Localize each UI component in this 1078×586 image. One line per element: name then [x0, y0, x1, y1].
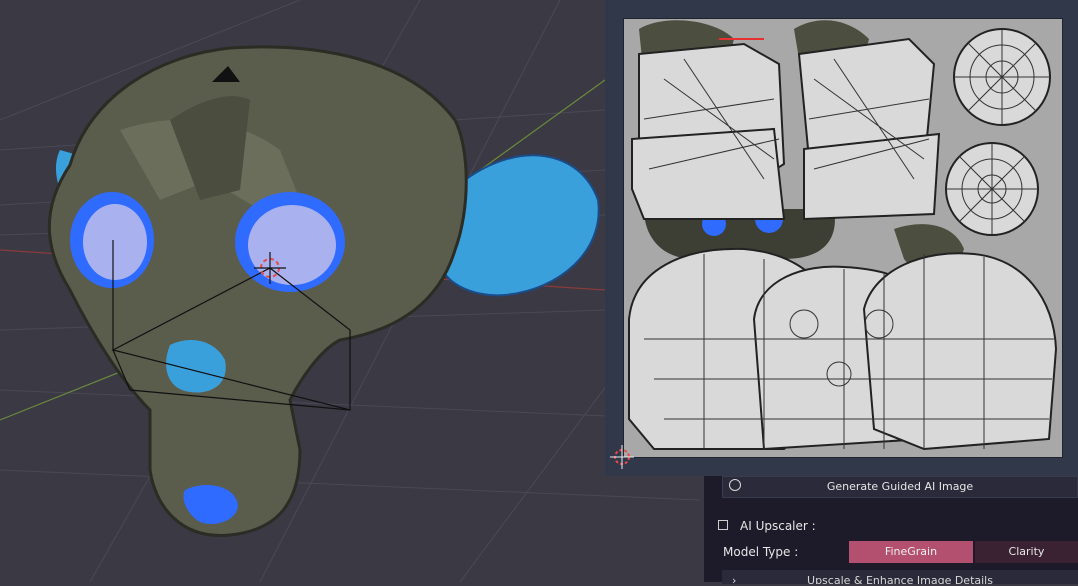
generate-button-label: Generate Guided AI Image [826, 480, 974, 493]
globe-icon [729, 479, 741, 491]
ai-addon-panel: Generate Guided AI Image AI Upscaler : M… [704, 476, 1078, 584]
uv-cursor-icon[interactable] [610, 445, 634, 469]
uv-editor[interactable] [605, 0, 1078, 476]
model-option-finegrain[interactable]: FineGrain [849, 541, 973, 563]
panel-icon [718, 520, 728, 530]
model-type-label: Model Type : [723, 545, 799, 559]
uv-layout [624, 19, 1062, 457]
monkey-head [47, 45, 468, 537]
generate-guided-ai-image-button[interactable]: Generate Guided AI Image [722, 476, 1078, 498]
monkey-eye-left [83, 204, 147, 280]
ai-upscaler-title: AI Upscaler : [740, 519, 816, 533]
model-option-clarity[interactable]: Clarity [975, 541, 1078, 563]
upscale-details-label: Upscale & Enhance Image Details [807, 574, 993, 584]
uv-texture-image[interactable] [623, 18, 1063, 458]
